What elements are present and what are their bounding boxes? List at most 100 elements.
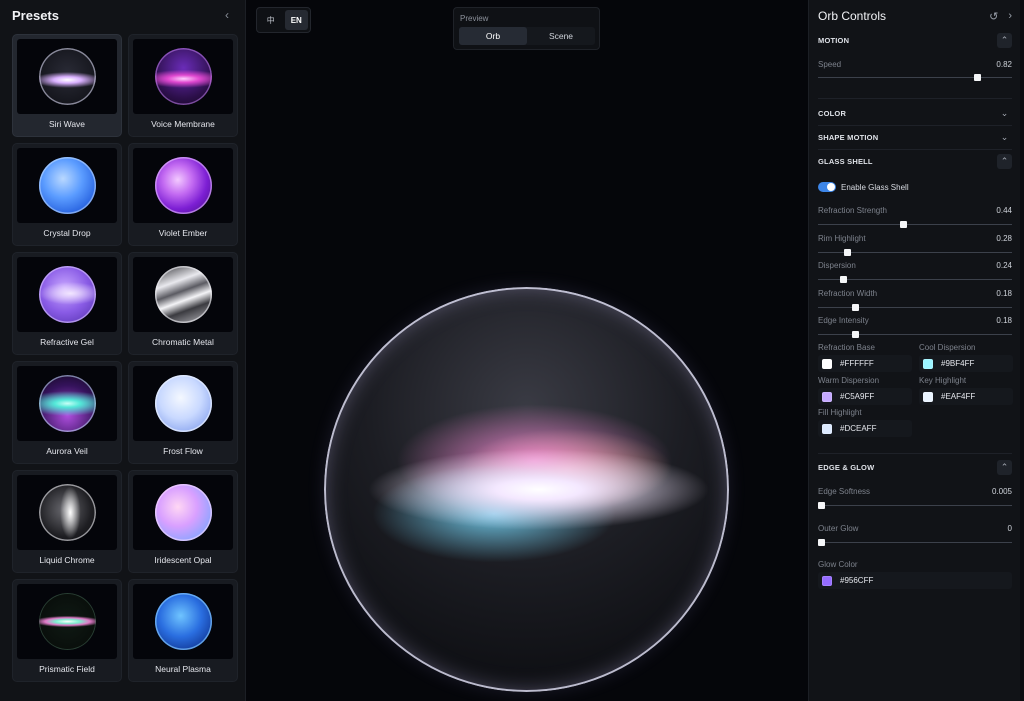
tab-orb[interactable]: Orb — [459, 27, 527, 45]
slider-value: 0.44 — [996, 206, 1012, 215]
chevron-right-icon[interactable]: › — [1008, 10, 1012, 23]
color-hex: #C5A9FF — [840, 392, 875, 401]
color-field[interactable]: #C5A9FF — [818, 388, 912, 405]
outer-glow-value: 0 — [1007, 524, 1012, 533]
color-label: Refraction Base — [818, 343, 875, 352]
controls-title: Orb Controls — [818, 9, 887, 23]
color-swatch[interactable] — [822, 423, 832, 434]
preset-thumbnail — [17, 257, 117, 332]
glass-shell-slider[interactable] — [818, 331, 1012, 339]
section-title: COLOR — [818, 108, 847, 118]
preset-card[interactable]: Iridescent Opal — [128, 470, 238, 573]
slider-thumb[interactable] — [818, 502, 825, 509]
slider-value: 0.18 — [996, 316, 1012, 325]
tab-scene[interactable]: Scene — [527, 27, 595, 45]
color-field[interactable]: #EAF4FF — [919, 388, 1013, 405]
preset-thumbnail — [133, 475, 233, 550]
preset-card[interactable]: Frost Flow — [128, 361, 238, 464]
chevron-up-icon[interactable]: ⌃ — [997, 459, 1012, 475]
preset-label: Prismatic Field — [39, 664, 95, 674]
section-edge-glow[interactable]: EDGE & GLOW ⌃ — [809, 456, 1021, 478]
orb-preview[interactable] — [324, 287, 729, 692]
color-swatch[interactable] — [822, 391, 832, 402]
slider-thumb[interactable] — [840, 276, 848, 283]
section-shape-motion[interactable]: SHAPE MOTION ⌄ — [809, 126, 1021, 148]
color-swatch[interactable] — [822, 358, 832, 369]
preset-card[interactable]: Siri Wave — [12, 34, 122, 137]
preset-card[interactable]: Neural Plasma — [128, 579, 238, 682]
glow-color-swatch[interactable] — [822, 575, 832, 586]
reset-icon[interactable]: ↺ — [989, 10, 998, 23]
preset-label: Crystal Drop — [43, 228, 91, 238]
scrollbar[interactable] — [1020, 0, 1024, 701]
preset-thumbnail — [17, 584, 117, 659]
section-color[interactable]: COLOR ⌄ — [809, 102, 1021, 124]
speed-slider[interactable] — [818, 74, 1012, 82]
slider-thumb[interactable] — [851, 331, 859, 338]
divider — [818, 98, 1012, 99]
color-swatch[interactable] — [923, 391, 933, 402]
preset-card[interactable]: Aurora Veil — [12, 361, 122, 464]
chevron-up-icon[interactable]: ⌃ — [997, 153, 1012, 169]
slider-thumb[interactable] — [818, 539, 825, 546]
color-field[interactable]: #9BF4FF — [919, 355, 1013, 372]
orb-thumbnail — [38, 484, 96, 541]
preset-thumbnail — [133, 257, 233, 332]
enable-glass-shell-label: Enable Glass Shell — [841, 183, 909, 192]
color-field[interactable]: #FFFFFF — [818, 355, 912, 372]
section-glass-shell[interactable]: GLASS SHELL ⌃ — [809, 150, 1021, 172]
chevron-up-icon[interactable]: ⌃ — [997, 32, 1012, 48]
edge-softness-slider[interactable] — [818, 502, 1012, 510]
orb-thumbnail — [38, 593, 96, 650]
color-hex: #EAF4FF — [941, 392, 976, 401]
preview-tabs: Orb Scene — [459, 27, 595, 45]
enable-glass-shell-toggle[interactable] — [818, 182, 836, 192]
outer-glow-slider[interactable] — [818, 539, 1012, 547]
preset-label: Chromatic Metal — [152, 337, 214, 347]
preset-thumbnail — [17, 366, 117, 441]
language-toggle: 中 EN — [256, 7, 311, 33]
slider-thumb[interactable] — [900, 221, 908, 228]
presets-panel: Presets ‹ Siri Wave Voice Membrane Crystal… — [0, 0, 246, 701]
glass-shell-slider[interactable] — [818, 249, 1012, 257]
preset-card[interactable]: Violet Ember — [128, 143, 238, 246]
color-field[interactable]: #DCEAFF — [818, 420, 912, 437]
orb-thumbnail — [38, 157, 96, 214]
glow-color-label: Glow Color — [818, 560, 858, 569]
presets-header: Presets ‹ — [0, 0, 245, 30]
glass-shell-slider[interactable] — [818, 304, 1012, 312]
language-zh-button[interactable]: 中 — [259, 10, 283, 30]
preset-card[interactable]: Voice Membrane — [128, 34, 238, 137]
collapse-panel-button[interactable]: ‹ — [219, 7, 235, 23]
slider-value: 0.28 — [996, 234, 1012, 243]
chevron-down-icon[interactable]: ⌄ — [997, 130, 1012, 145]
section-title: MOTION — [818, 35, 850, 45]
preset-card[interactable]: Chromatic Metal — [128, 252, 238, 355]
glow-color-field[interactable]: #956CFF — [818, 572, 1012, 589]
preset-thumbnail — [17, 475, 117, 550]
outer-glow-label: Outer Glow — [818, 524, 859, 533]
color-swatch[interactable] — [923, 358, 933, 369]
preset-card[interactable]: Prismatic Field — [12, 579, 122, 682]
color-label: Fill Highlight — [818, 408, 862, 417]
chevron-down-icon[interactable]: ⌄ — [997, 106, 1012, 121]
preset-label: Violet Ember — [158, 228, 208, 238]
preview-switch: Preview Orb Scene — [453, 7, 600, 50]
slider-label: Rim Highlight — [818, 234, 866, 243]
preset-label: Voice Membrane — [151, 119, 215, 129]
color-hex: #DCEAFF — [840, 424, 877, 433]
language-en-button[interactable]: EN — [284, 10, 308, 30]
slider-value: 0.18 — [996, 289, 1012, 298]
glass-shell-slider[interactable] — [818, 221, 1012, 229]
preset-label: Refractive Gel — [40, 337, 94, 347]
preset-card[interactable]: Liquid Chrome — [12, 470, 122, 573]
slider-thumb[interactable] — [974, 74, 982, 81]
slider-thumb[interactable] — [844, 249, 852, 256]
presets-title: Presets — [12, 7, 59, 23]
preset-card[interactable]: Crystal Drop — [12, 143, 122, 246]
section-motion[interactable]: MOTION ⌃ — [809, 29, 1021, 51]
glass-shell-slider[interactable] — [818, 276, 1012, 284]
preset-label: Iridescent Opal — [154, 555, 212, 565]
slider-thumb[interactable] — [851, 304, 859, 311]
preset-card[interactable]: Refractive Gel — [12, 252, 122, 355]
